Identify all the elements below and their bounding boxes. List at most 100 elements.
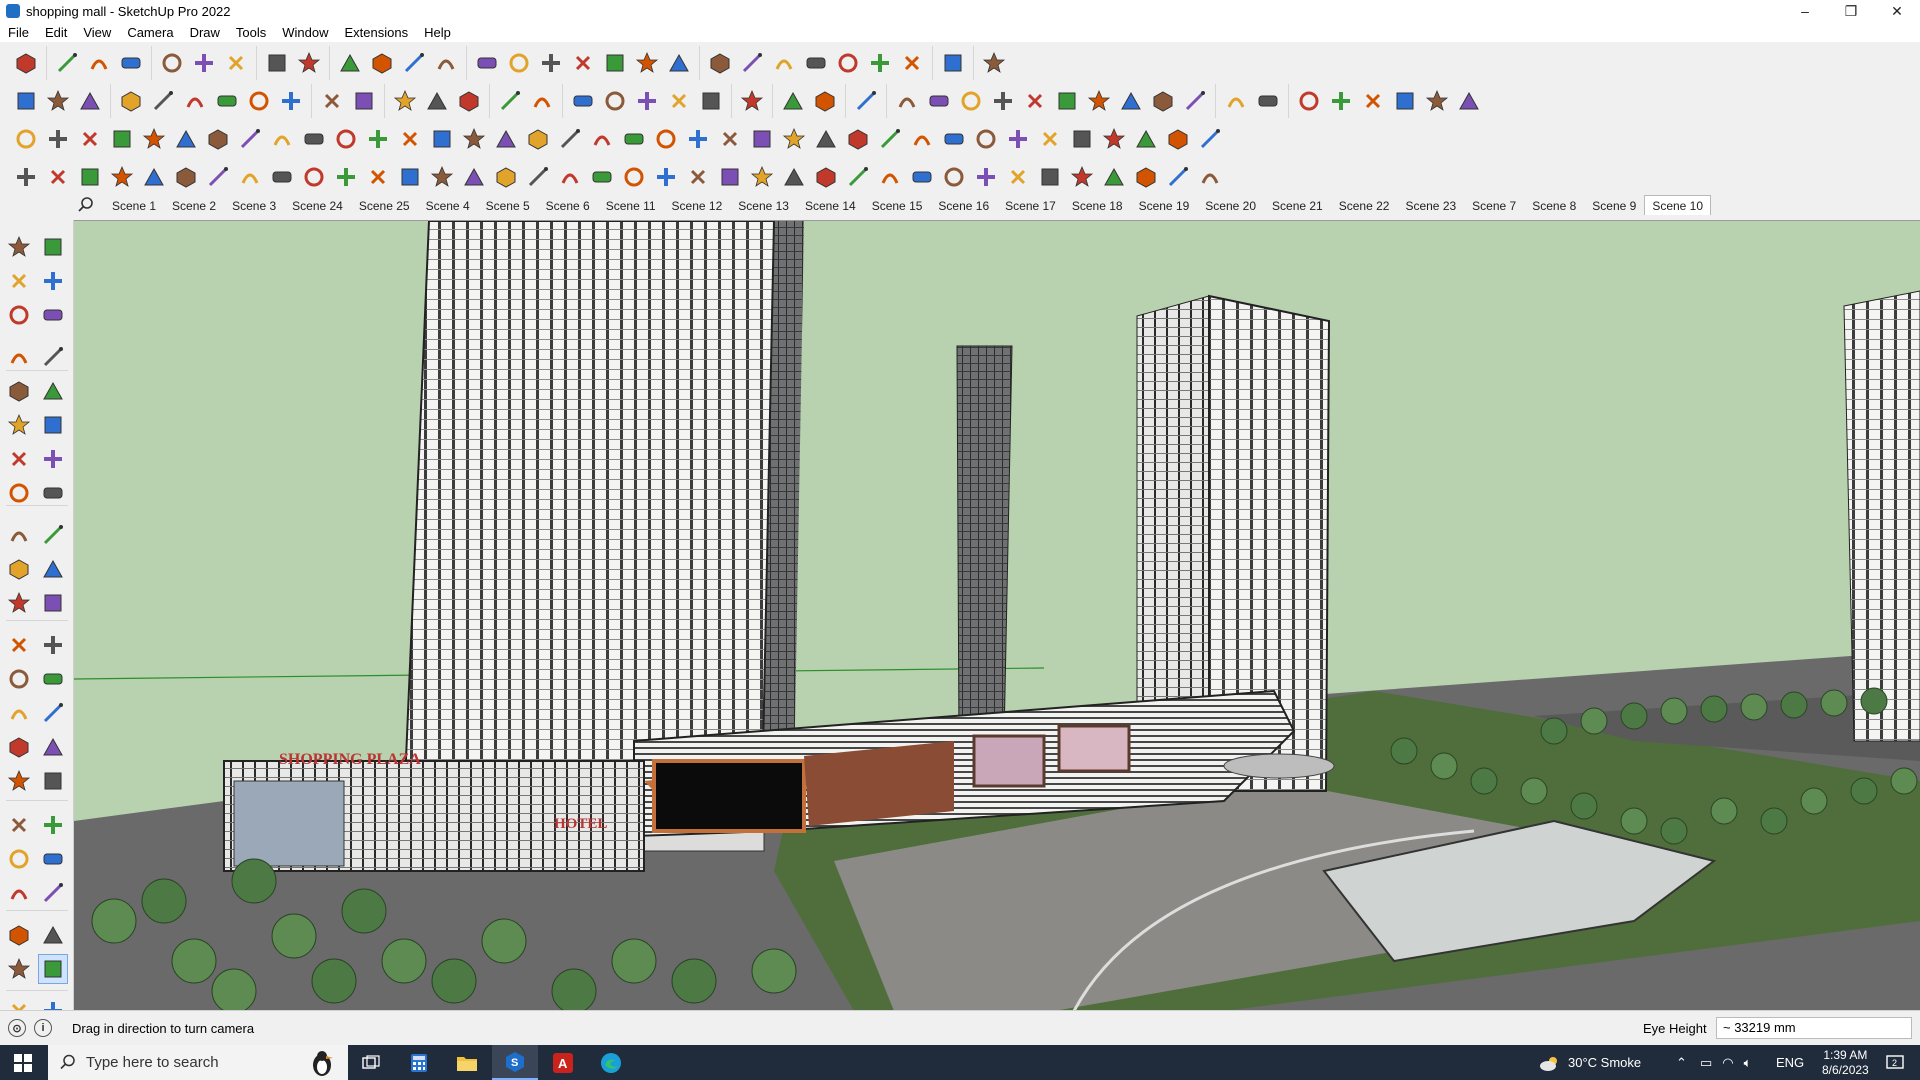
scene-tab[interactable]: Scene 9: [1584, 195, 1644, 215]
tool-icon[interactable]: [180, 86, 210, 116]
menu-edit[interactable]: Edit: [37, 25, 75, 40]
tool-icon[interactable]: [1180, 86, 1210, 116]
tool-icon[interactable]: [778, 86, 808, 116]
tool-icon[interactable]: [4, 588, 34, 618]
tool-icon[interactable]: [843, 162, 873, 192]
scene-tab[interactable]: Scene 18: [1064, 195, 1131, 215]
scene-tab[interactable]: Scene 15: [864, 195, 931, 215]
tool-icon[interactable]: [1163, 124, 1193, 154]
tool-icon[interactable]: [459, 124, 489, 154]
tool-icon[interactable]: [664, 86, 694, 116]
tool-icon[interactable]: [683, 162, 713, 192]
tool-icon[interactable]: [979, 48, 1009, 78]
scene-tab[interactable]: Scene 17: [997, 195, 1064, 215]
tool-icon[interactable]: [38, 478, 68, 508]
close-button[interactable]: ✕: [1874, 0, 1920, 22]
scene-tab[interactable]: Scene 8: [1524, 195, 1584, 215]
tool-icon[interactable]: [1326, 86, 1356, 116]
tool-icon[interactable]: [811, 162, 841, 192]
tool-icon[interactable]: [696, 86, 726, 116]
scene-tab[interactable]: Scene 21: [1264, 195, 1331, 215]
tool-icon[interactable]: [11, 86, 41, 116]
tool-icon[interactable]: [116, 48, 146, 78]
tool-icon[interactable]: [1131, 162, 1161, 192]
tool-icon[interactable]: [971, 124, 1001, 154]
tool-icon[interactable]: [4, 954, 34, 984]
tool-icon[interactable]: [4, 844, 34, 874]
tool-icon[interactable]: [4, 410, 34, 440]
tool-icon[interactable]: [38, 878, 68, 908]
tool-icon[interactable]: [212, 86, 242, 116]
tool-icon[interactable]: [331, 162, 361, 192]
tool-icon[interactable]: [587, 162, 617, 192]
tool-icon[interactable]: [988, 86, 1018, 116]
tool-icon[interactable]: [38, 954, 68, 984]
tool-icon[interactable]: [1116, 86, 1146, 116]
tool-icon[interactable]: [38, 732, 68, 762]
tool-icon[interactable]: [331, 124, 361, 154]
scene-tab[interactable]: Scene 22: [1331, 195, 1398, 215]
taskbar-edge[interactable]: [588, 1045, 634, 1080]
tool-icon[interactable]: [38, 266, 68, 296]
tool-icon[interactable]: [107, 162, 137, 192]
tool-icon[interactable]: [715, 162, 745, 192]
tool-icon[interactable]: [276, 86, 306, 116]
menu-camera[interactable]: Camera: [119, 25, 181, 40]
tool-icon[interactable]: [4, 630, 34, 660]
tool-icon[interactable]: [267, 162, 297, 192]
tool-icon[interactable]: [203, 162, 233, 192]
tool-icon[interactable]: [875, 162, 905, 192]
scene-tab[interactable]: Scene 1: [104, 195, 164, 215]
tool-icon[interactable]: [267, 124, 297, 154]
tool-icon[interactable]: [715, 124, 745, 154]
tool-icon[interactable]: [335, 48, 365, 78]
scene-tab[interactable]: Scene 19: [1131, 195, 1198, 215]
tool-icon[interactable]: [865, 48, 895, 78]
tool-icon[interactable]: [1195, 162, 1225, 192]
tool-icon[interactable]: [833, 48, 863, 78]
tool-icon[interactable]: [600, 48, 630, 78]
tool-icon[interactable]: [75, 124, 105, 154]
tool-icon[interactable]: [189, 48, 219, 78]
menu-draw[interactable]: Draw: [182, 25, 228, 40]
tool-icon[interactable]: [171, 162, 201, 192]
tool-icon[interactable]: [107, 124, 137, 154]
tool-icon[interactable]: [52, 48, 82, 78]
tool-icon[interactable]: [38, 766, 68, 796]
scene-tab[interactable]: Scene 16: [930, 195, 997, 215]
tool-icon[interactable]: [38, 920, 68, 950]
tool-icon[interactable]: [897, 48, 927, 78]
tool-icon[interactable]: [38, 664, 68, 694]
tool-icon[interactable]: [1035, 162, 1065, 192]
tool-icon[interactable]: [924, 86, 954, 116]
tool-icon[interactable]: [491, 124, 521, 154]
tool-icon[interactable]: [4, 810, 34, 840]
tool-icon[interactable]: [4, 664, 34, 694]
tool-icon[interactable]: [495, 86, 525, 116]
scene-tab[interactable]: Scene 25: [351, 195, 418, 215]
info-icon[interactable]: i: [34, 1019, 52, 1037]
tool-icon[interactable]: [1294, 86, 1324, 116]
tool-icon[interactable]: [1052, 86, 1082, 116]
menu-file[interactable]: File: [0, 25, 37, 40]
tool-icon[interactable]: [705, 48, 735, 78]
tool-icon[interactable]: [1067, 124, 1097, 154]
tool-icon[interactable]: [43, 124, 73, 154]
tool-icon[interactable]: [587, 124, 617, 154]
tool-icon[interactable]: [38, 410, 68, 440]
tool-icon[interactable]: [1035, 124, 1065, 154]
tool-icon[interactable]: [769, 48, 799, 78]
tool-icon[interactable]: [747, 162, 777, 192]
tool-icon[interactable]: [971, 162, 1001, 192]
tool-icon[interactable]: [811, 124, 841, 154]
search-scenes-icon[interactable]: [76, 195, 96, 215]
tool-icon[interactable]: [619, 162, 649, 192]
tool-icon[interactable]: [683, 124, 713, 154]
scene-tab[interactable]: Scene 2: [164, 195, 224, 215]
tool-icon[interactable]: [4, 266, 34, 296]
tool-icon[interactable]: [939, 162, 969, 192]
tool-icon[interactable]: [459, 162, 489, 192]
tool-icon[interactable]: [4, 232, 34, 262]
tool-icon[interactable]: [801, 48, 831, 78]
menu-view[interactable]: View: [75, 25, 119, 40]
